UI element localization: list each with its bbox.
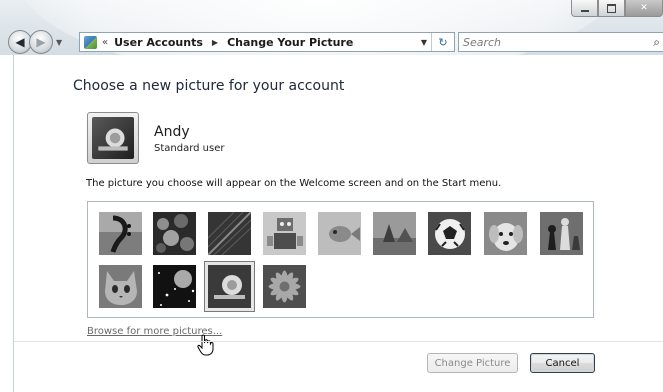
breadcrumb-change-your-picture[interactable]: Change Your Picture <box>227 36 353 49</box>
refresh-button[interactable]: ↻ <box>431 33 454 51</box>
navigation-buttons: ◀ ▶ ▼ <box>8 30 62 54</box>
picture-thumb-flowers[interactable] <box>153 212 196 255</box>
minimize-button[interactable] <box>571 0 598 17</box>
page-title: Choose a new picture for your account <box>73 78 345 94</box>
search-icon[interactable]: ⌕ <box>653 35 660 50</box>
minimize-icon <box>580 9 589 12</box>
picture-thumb-beach[interactable] <box>373 212 416 255</box>
picture-thumb-space[interactable] <box>153 265 196 308</box>
user-name: Andy <box>154 124 190 140</box>
address-bar[interactable]: « User Accounts ▶ Change Your Picture ▼ … <box>79 32 455 52</box>
footer-divider <box>14 341 663 342</box>
picture-thumb-soccer-ball[interactable] <box>428 212 471 255</box>
picture-thumb-current-selected[interactable] <box>204 261 255 312</box>
change-picture-button[interactable]: Change Picture <box>427 353 518 373</box>
picture-gallery <box>87 201 594 318</box>
picture-thumb-robot[interactable] <box>263 212 306 255</box>
picture-thumb-chess[interactable] <box>540 212 583 255</box>
picture-thumb-leaf[interactable] <box>208 212 251 255</box>
window-chrome: ✕ ◀ ▶ ▼ « User Accounts ▶ Change Your Pi… <box>0 0 663 55</box>
picture-thumb-daisy[interactable] <box>263 265 306 308</box>
maximize-button[interactable] <box>598 0 625 17</box>
forward-arrow-icon: ▶ <box>36 35 46 49</box>
info-text: The picture you choose will appear on th… <box>86 178 502 189</box>
close-button[interactable]: ✕ <box>625 0 663 17</box>
breadcrumb-user-accounts[interactable]: User Accounts <box>114 36 203 49</box>
address-dropdown-icon[interactable]: ▼ <box>421 38 427 47</box>
search-input[interactable] <box>459 34 645 50</box>
picture-thumb-fish[interactable] <box>318 212 361 255</box>
picture-thumb-kitten[interactable] <box>99 265 142 308</box>
caption-buttons: ✕ <box>571 0 663 17</box>
overflow-chevron[interactable]: « <box>102 37 108 48</box>
breadcrumb-arrow-icon[interactable]: ▶ <box>212 38 218 47</box>
refresh-icon: ↻ <box>438 35 448 49</box>
cancel-button[interactable]: Cancel <box>530 353 595 373</box>
control-panel-icon <box>84 35 97 49</box>
back-arrow-icon: ◀ <box>15 35 25 49</box>
user-picture-frame <box>87 112 139 164</box>
picture-thumb-guitar[interactable] <box>99 212 142 255</box>
picture-thumb-dog[interactable] <box>484 212 527 255</box>
close-icon: ✕ <box>640 3 648 13</box>
search-box: ⌕ <box>458 32 663 52</box>
chevron-down-icon: ▼ <box>56 37 63 47</box>
maximize-icon <box>607 3 616 13</box>
current-user-picture <box>92 117 134 159</box>
user-role: Standard user <box>154 143 225 154</box>
hand-cursor-icon <box>197 334 214 356</box>
forward-button[interactable]: ▶ <box>29 30 53 54</box>
recent-pages-button[interactable]: ▼ <box>56 38 62 47</box>
